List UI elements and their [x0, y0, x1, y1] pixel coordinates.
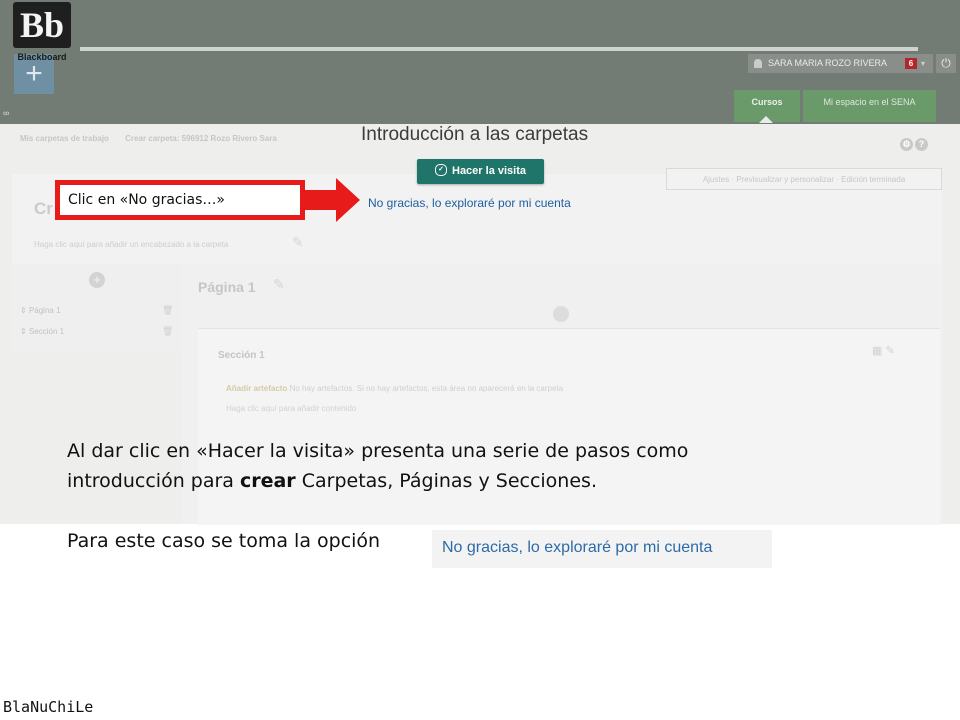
instruction-line: introducción para crear Carpetas, Página… [67, 466, 827, 496]
chevron-down-icon: ▾ [921, 59, 926, 68]
tree-item-label: Sección 1 [28, 327, 65, 336]
blackboard-logo: Bb Blackboard [10, 2, 74, 62]
user-icon [754, 59, 762, 68]
section-title: Sección 1 [218, 350, 265, 361]
take-tour-label: Hacer la visita [452, 165, 526, 177]
address-bar [80, 47, 918, 51]
artifact-row: Añadir artefacto No hay artefactos. Si n… [226, 384, 563, 393]
logout-icon[interactable]: ⏻ [936, 54, 956, 73]
folder-tree: + ⇕ Página 1 🗑 ⇕ Sección 1 🗑 [12, 264, 182, 354]
pencil-icon[interactable]: ✎ [273, 276, 285, 293]
trash-icon[interactable]: 🗑 [162, 305, 173, 316]
section-edit-icons[interactable]: ▦ ✎ [872, 344, 895, 357]
page-title: Página 1 [198, 279, 256, 295]
logo-mark: Bb [13, 2, 71, 48]
breadcrumb: Mis carpetas de trabajo Crear carpeta: 5… [20, 134, 291, 143]
tree-item-pagina[interactable]: ⇕ Página 1 [20, 306, 61, 315]
pencil-icon[interactable]: ✎ [292, 234, 304, 251]
settings-icon[interactable]: ⚙ [900, 138, 913, 151]
tree-item-seccion[interactable]: ⇕ Sección 1 [20, 327, 64, 336]
arrow-right-icon [336, 178, 360, 222]
callout-box: Clic en «No gracias…» [55, 180, 305, 220]
content-hint[interactable]: Haga clic aquí para añadir contenido [226, 404, 356, 413]
add-artifact-link[interactable]: Añadir artefacto [226, 384, 287, 393]
callout-arrow [305, 190, 339, 210]
instruction-line: Al dar clic en «Hacer la visita» present… [67, 440, 689, 462]
take-tour-button[interactable]: ✓ Hacer la visita [417, 159, 544, 184]
folder-heading-hint[interactable]: Haga clic aquí para añadir un encabezado… [34, 240, 228, 249]
author-signature: BlaNuChiLe [3, 698, 94, 716]
add-section-icon[interactable] [553, 306, 569, 322]
logo-wordmark: Blackboard [17, 52, 67, 62]
breadcrumb-item[interactable]: Mis carpetas de trabajo [20, 134, 109, 143]
instruction-fragment: introducción para [67, 470, 240, 492]
artifact-note: No hay artefactos. Si no hay artefactos,… [289, 384, 564, 393]
instruction-fragment: Carpetas, Páginas y Secciones. [295, 470, 597, 492]
decline-tour-link[interactable]: No gracias, lo exploraré por mi cuenta [368, 196, 571, 210]
folder-toolbar[interactable]: Ajustes · Previsualizar y personalizar ·… [666, 168, 942, 190]
breadcrumb-item: Crear carpeta: 596912 Rozo Rivero Sara [125, 134, 277, 143]
instruction-bold: crear [239, 470, 296, 492]
help-icon[interactable]: ? [915, 138, 928, 151]
folder-title: Cr [34, 199, 53, 218]
add-page-icon[interactable]: + [89, 272, 105, 288]
link-icon: ∞ [3, 108, 10, 118]
tree-item-label: Página 1 [28, 306, 61, 315]
active-tab-indicator [759, 116, 773, 123]
user-name: SARA MARIA ROZO RIVERA [768, 58, 888, 68]
tab-mi-espacio[interactable]: Mi espacio en el SENA [803, 90, 936, 122]
notification-badge: 6 [905, 58, 917, 69]
option-screenshot: No gracias, lo exploraré por mi cuenta [432, 530, 772, 568]
tour-controls: ⚙? [900, 134, 930, 152]
user-menu[interactable]: SARA MARIA ROZO RIVERA 6 ▾ [748, 54, 933, 73]
trash-icon[interactable]: 🗑 [162, 326, 173, 337]
check-circle-icon: ✓ [435, 164, 447, 177]
tour-title: Introducción a las carpetas [361, 124, 589, 145]
